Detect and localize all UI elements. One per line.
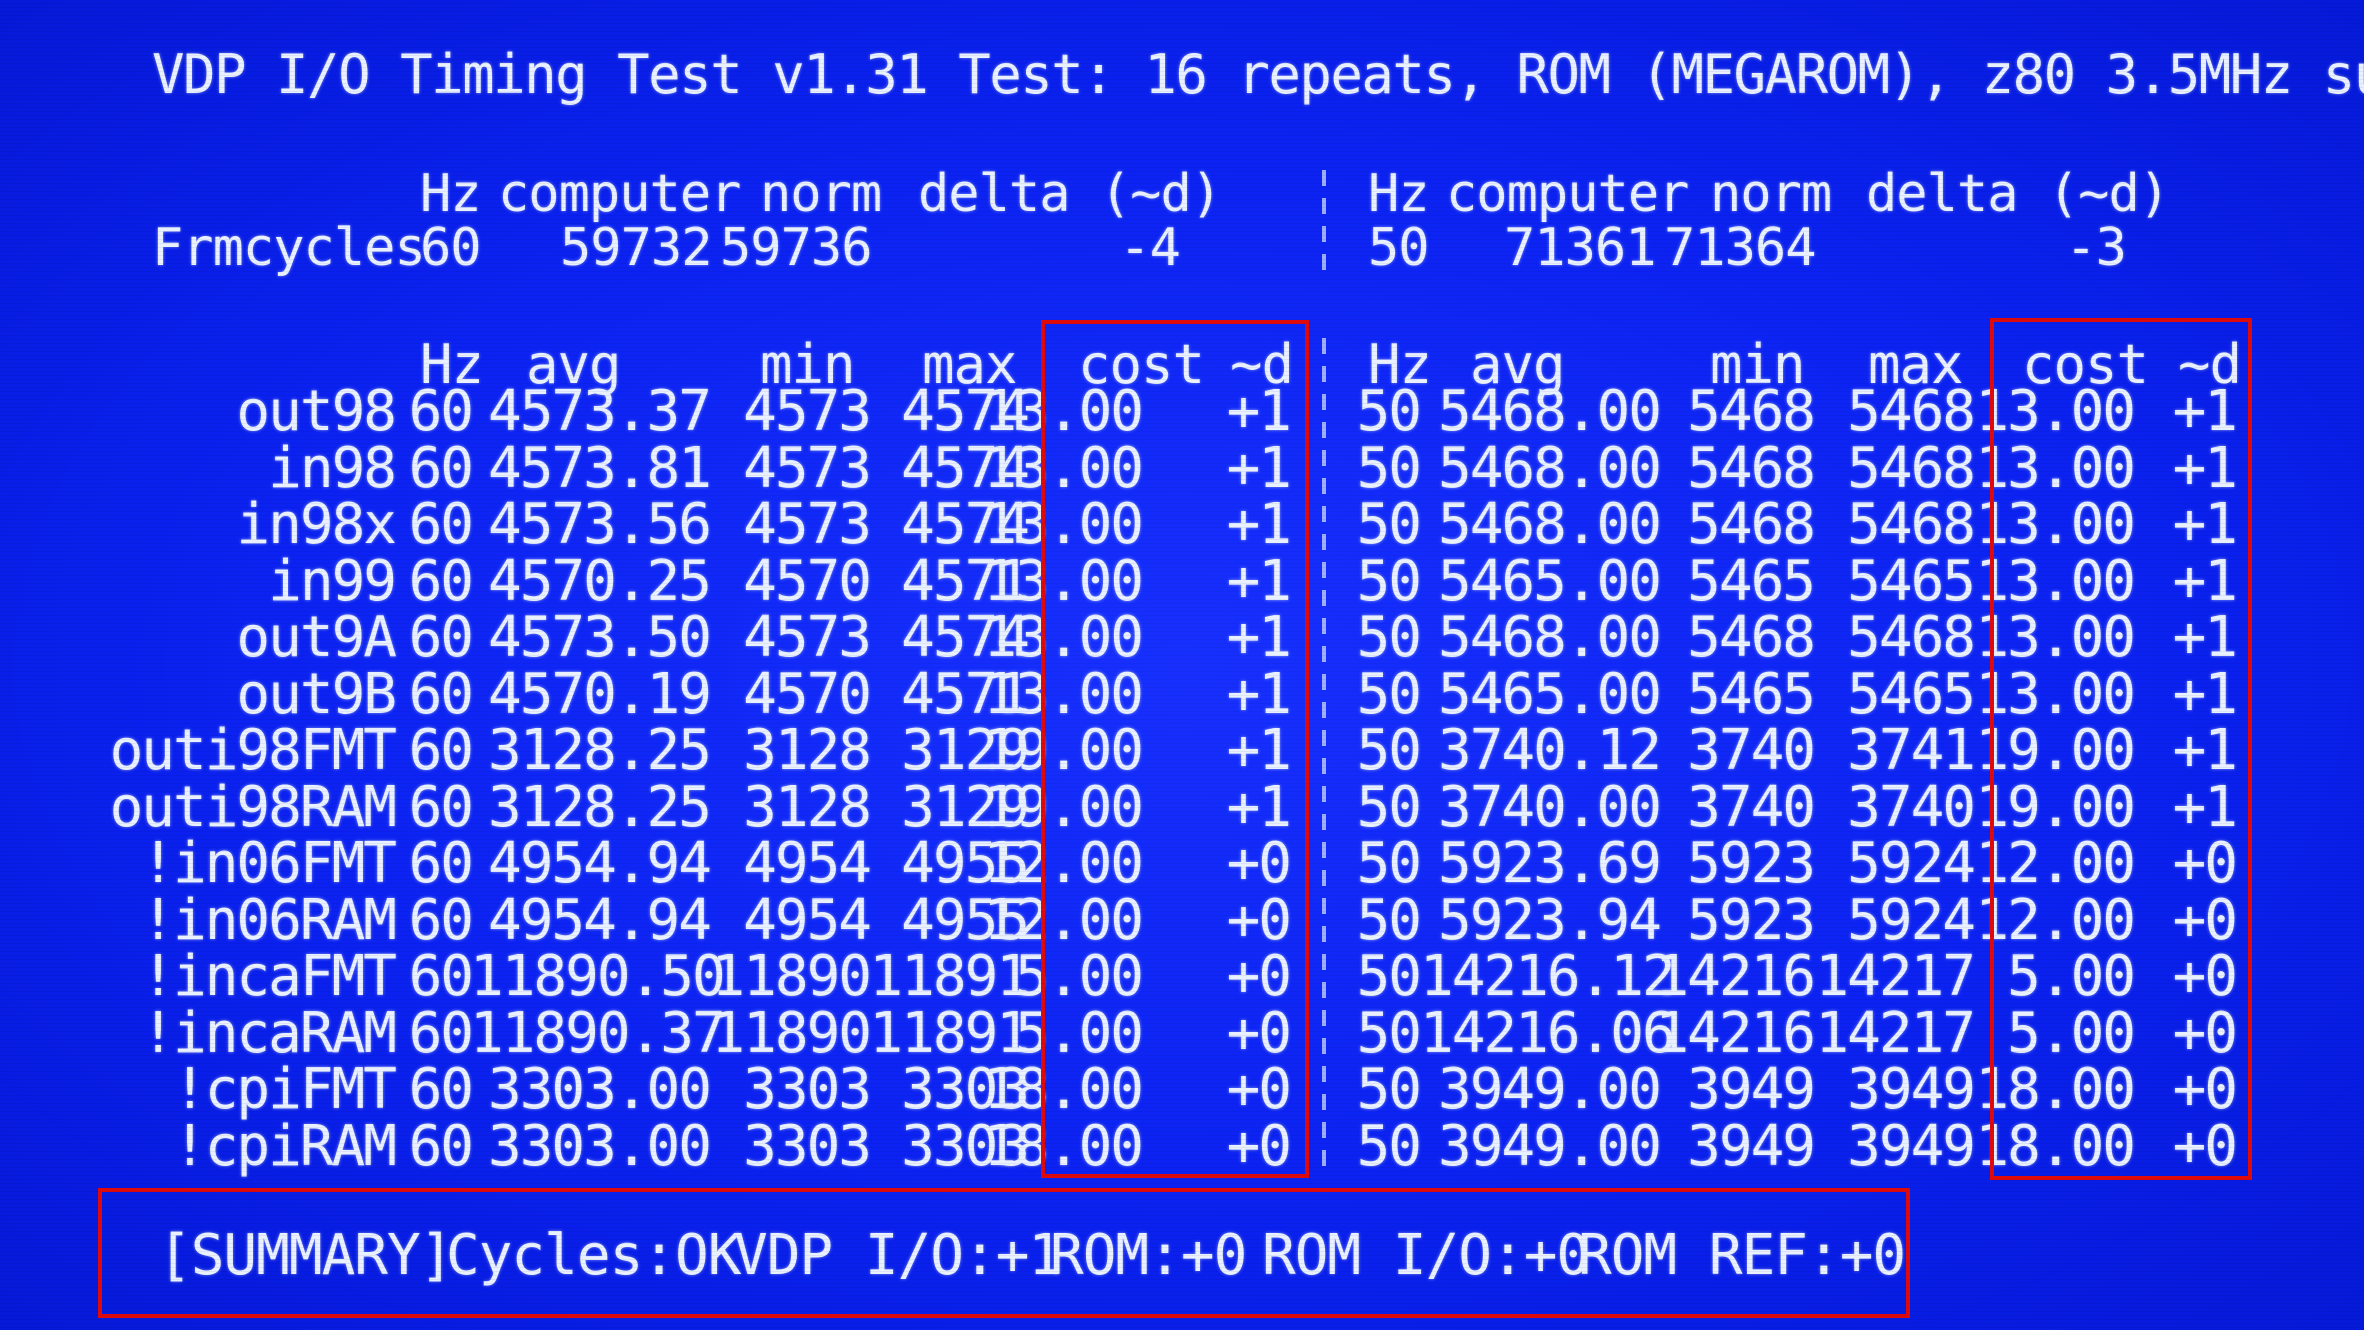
- frmcycles-computer-left: 59732: [560, 218, 713, 278]
- cell-hz-left: 60: [408, 831, 474, 896]
- summary-rom-io: ROM I/O:+0: [1262, 1223, 1590, 1288]
- cell-hz-left: 60: [408, 774, 474, 840]
- cell-hz-left: 60: [408, 944, 474, 1009]
- cell-hz-left: 60: [408, 379, 474, 444]
- cell-hz-left: 60: [408, 887, 474, 953]
- frmcycles-norm-right: 71364: [1664, 218, 1817, 278]
- frame-header-hz-right: Hz: [1368, 164, 1430, 224]
- frmcycles-norm-left: 59736: [720, 218, 873, 278]
- test-title: VDP I/O Timing Test v1.31 Test: 16 repea…: [152, 43, 2364, 106]
- summary-rom-ref: ROM REF:+0: [1578, 1223, 1906, 1288]
- divider-top: [1322, 170, 1326, 270]
- summary-cycles: Cycles:OK: [446, 1223, 741, 1288]
- frmcycles-delta-left: -4: [1119, 218, 1181, 278]
- frame-header-delta-right: delta (~d): [1866, 164, 2170, 224]
- frame-header-norm-right: norm: [1710, 164, 1832, 224]
- cell-hz-left: 60: [408, 605, 474, 670]
- cell-hz-left: 60: [408, 435, 474, 501]
- highlight-cost-right: [1990, 318, 2252, 1180]
- frmcycles-label: Frmcycles: [152, 218, 426, 278]
- frmcycles-hz-right: 50: [1368, 218, 1430, 278]
- frame-header-computer-left: computer: [498, 164, 741, 224]
- summary-vdp-io: VDP I/O:+1: [734, 1223, 1062, 1288]
- frame-header-delta-left: delta (~d): [918, 164, 1222, 224]
- frame-header-norm-left: norm: [760, 164, 882, 224]
- frame-header-hz-left: Hz: [420, 164, 482, 224]
- summary-rom: ROM:+0: [1050, 1223, 1247, 1288]
- summary-tag: [SUMMARY]: [158, 1223, 453, 1288]
- frame-header-computer-right: computer: [1446, 164, 1689, 224]
- cell-hz-left: 60: [408, 1057, 474, 1122]
- cell-hz-left: 60: [408, 661, 474, 727]
- cell-hz-left: 60: [408, 492, 474, 557]
- frmcycles-computer-right: 71361: [1504, 218, 1657, 278]
- frmcycles-delta-right: -3: [2065, 218, 2127, 278]
- cell-hz-left: 60: [408, 1000, 474, 1066]
- cell-hz-left: 60: [408, 718, 474, 783]
- frmcycles-hz-left: 60: [420, 218, 482, 278]
- msx-screen: VDP I/O Timing Test v1.31 Test: 16 repea…: [0, 0, 2364, 1330]
- cell-hz-left: 60: [408, 548, 474, 614]
- highlight-cost-left: [1041, 320, 1309, 1178]
- cell-hz-left: 60: [408, 1113, 474, 1179]
